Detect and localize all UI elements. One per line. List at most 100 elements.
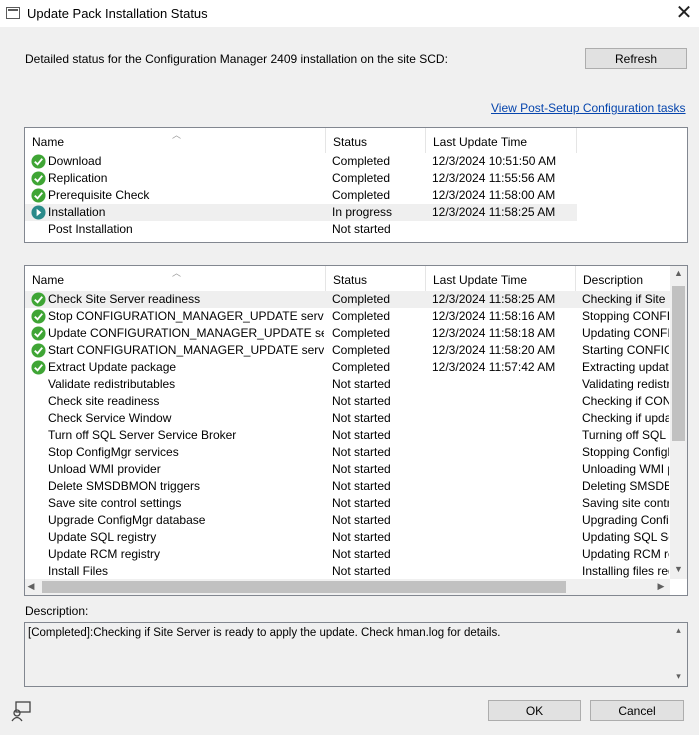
- row-time: [432, 444, 572, 461]
- scroll-right-icon[interactable]: ▶: [655, 581, 667, 592]
- cancel-button[interactable]: Cancel: [590, 700, 684, 721]
- list-item[interactable]: Turn off SQL Server Service Broker Not st…: [25, 427, 687, 444]
- list-item[interactable]: Validate redistributables Not started Vali…: [25, 376, 687, 393]
- row-status: Not started: [332, 462, 391, 476]
- check-icon: [31, 343, 46, 358]
- row-description: Unloading WMI pr: [582, 462, 669, 476]
- list-item[interactable]: Extract Update package Completed 12/3/2024…: [25, 359, 687, 376]
- row-status: Not started: [332, 564, 391, 578]
- row-name: Check Service Window: [48, 411, 172, 425]
- row-time: 12/3/2024 11:58:20 AM: [432, 343, 556, 357]
- list-item[interactable]: Unload WMI provider Not started Unloading …: [25, 461, 687, 478]
- row-description: Deleting SMSDBM: [582, 479, 669, 493]
- row-name: Update CONFIGURATION_MANAGER_UPDATE serv…: [48, 326, 324, 340]
- column-header-status[interactable]: Status: [326, 128, 426, 153]
- row-name: Check Site Server readiness: [48, 292, 201, 306]
- list-item[interactable]: Delete SMSDBMON triggers Not started Delet…: [25, 478, 687, 495]
- row-description: Checking if CONFI: [582, 394, 669, 408]
- list-item[interactable]: Check Service Window Not started Checking …: [25, 410, 687, 427]
- list-item[interactable]: Check site readiness Not started Checking …: [25, 393, 687, 410]
- window-title: Update Pack Installation Status: [27, 6, 208, 21]
- row-description: Checking if Site Se: [582, 292, 669, 306]
- scroll-down-icon[interactable]: ▼: [670, 564, 687, 574]
- post-setup-tasks-link[interactable]: View Post-Setup Configuration tasks: [491, 101, 686, 115]
- steps-horizontal-scrollbar[interactable]: ◀ ▶: [25, 579, 670, 595]
- row-name: Replication: [48, 171, 108, 185]
- list-item[interactable]: Update RCM registry Not started Updating R…: [25, 546, 687, 563]
- close-icon[interactable]: ✕: [670, 2, 698, 24]
- description-label: Description:: [25, 604, 89, 618]
- row-name: Check site readiness: [48, 394, 160, 408]
- row-status: Not started: [332, 222, 391, 236]
- list-item[interactable]: Install Files Not started Installing files…: [25, 563, 687, 580]
- intro-text: Detailed status for the Configuration Ma…: [25, 52, 448, 66]
- row-status: Completed: [332, 154, 391, 168]
- row-time: [432, 529, 572, 546]
- horizontal-scroll-thumb[interactable]: [42, 581, 566, 593]
- row-description: Updating RCM reg: [582, 547, 669, 561]
- row-description: Upgrading ConfigM: [582, 513, 669, 527]
- row-time: 12/3/2024 11:58:25 AM: [432, 292, 556, 306]
- vertical-scroll-thumb[interactable]: [672, 286, 685, 441]
- row-time: 12/3/2024 11:58:16 AM: [432, 309, 556, 323]
- feedback-icon[interactable]: [10, 700, 32, 722]
- row-name: Extract Update package: [48, 360, 177, 374]
- sort-ascending-icon: ︿: [172, 130, 182, 140]
- row-name: Update SQL registry: [48, 530, 157, 544]
- check-icon: [31, 154, 46, 169]
- row-name: Save site control settings: [48, 496, 182, 510]
- row-name: Start CONFIGURATION_MANAGER_UPDATE servi…: [48, 343, 324, 357]
- list-item[interactable]: Upgrade ConfigMgr database Not started Upg…: [25, 512, 687, 529]
- description-box[interactable]: [Completed]:Checking if Site Server is r…: [24, 622, 688, 687]
- row-time: [432, 221, 572, 238]
- row-status: Not started: [332, 530, 391, 544]
- check-icon: [31, 188, 46, 203]
- check-icon: [31, 309, 46, 324]
- scroll-up-icon[interactable]: ▴: [670, 625, 687, 636]
- row-status: Not started: [332, 479, 391, 493]
- steps-vertical-scrollbar[interactable]: ▲ ▼: [670, 266, 687, 579]
- list-item[interactable]: Stop ConfigMgr services Not started Stoppi…: [25, 444, 687, 461]
- column-header-status[interactable]: Status: [326, 266, 426, 291]
- title-bar: Update Pack Installation Status ✕: [0, 0, 699, 28]
- row-time: [432, 376, 572, 393]
- row-name: Prerequisite Check: [48, 188, 150, 202]
- list-item[interactable]: Update SQL registry Not started Updating S…: [25, 529, 687, 546]
- row-description: Extracting update p: [582, 360, 669, 374]
- list-item[interactable]: Replication Completed 12/3/2024 11:55:56 A…: [25, 170, 577, 187]
- list-item[interactable]: Prerequisite Check Completed 12/3/2024 11:…: [25, 187, 577, 204]
- row-status: Completed: [332, 326, 391, 340]
- phases-list[interactable]: Name Status Last Update Time ︿ Download C…: [24, 127, 688, 243]
- row-status: Not started: [332, 547, 391, 561]
- row-description: Starting CONFIGU: [582, 343, 669, 357]
- steps-list[interactable]: Name Status Last Update Time Description…: [24, 265, 688, 596]
- row-name: Download: [48, 154, 102, 168]
- list-item[interactable]: Update CONFIGURATION_MANAGER_UPDATE serv…: [25, 325, 687, 342]
- list-item[interactable]: Check Site Server readiness Completed 12/3…: [25, 291, 687, 308]
- list-item[interactable]: Post Installation Not started: [25, 221, 577, 238]
- row-description: Installing files requi: [582, 564, 669, 578]
- row-time: [432, 410, 572, 427]
- list-item[interactable]: Save site control settings Not started Sav…: [25, 495, 687, 512]
- check-icon: [31, 171, 46, 186]
- refresh-button[interactable]: Refresh: [585, 48, 687, 69]
- list-item[interactable]: Stop CONFIGURATION_MANAGER_UPDATE servic…: [25, 308, 687, 325]
- column-header-last-update-time[interactable]: Last Update Time: [426, 128, 577, 153]
- row-name: Turn off SQL Server Service Broker: [48, 428, 237, 442]
- row-name: Stop ConfigMgr services: [48, 445, 179, 459]
- row-time: [432, 393, 572, 410]
- in-progress-icon: [31, 205, 46, 220]
- list-item[interactable]: Installation In progress 12/3/2024 11:58:2…: [25, 204, 577, 221]
- scroll-left-icon[interactable]: ◀: [25, 581, 37, 592]
- scroll-down-icon[interactable]: ▾: [670, 671, 687, 682]
- row-name: Delete SMSDBMON triggers: [48, 479, 201, 493]
- list-item[interactable]: Download Completed 12/3/2024 10:51:50 AM: [25, 153, 577, 170]
- scroll-up-icon[interactable]: ▲: [670, 268, 687, 278]
- row-status: Not started: [332, 394, 391, 408]
- list-item[interactable]: Start CONFIGURATION_MANAGER_UPDATE servi…: [25, 342, 687, 359]
- column-header-last-update-time[interactable]: Last Update Time: [426, 266, 576, 291]
- row-status: Completed: [332, 188, 391, 202]
- row-time: 12/3/2024 11:55:56 AM: [432, 171, 556, 185]
- ok-button[interactable]: OK: [488, 700, 581, 721]
- row-time: 12/3/2024 11:58:00 AM: [432, 188, 556, 202]
